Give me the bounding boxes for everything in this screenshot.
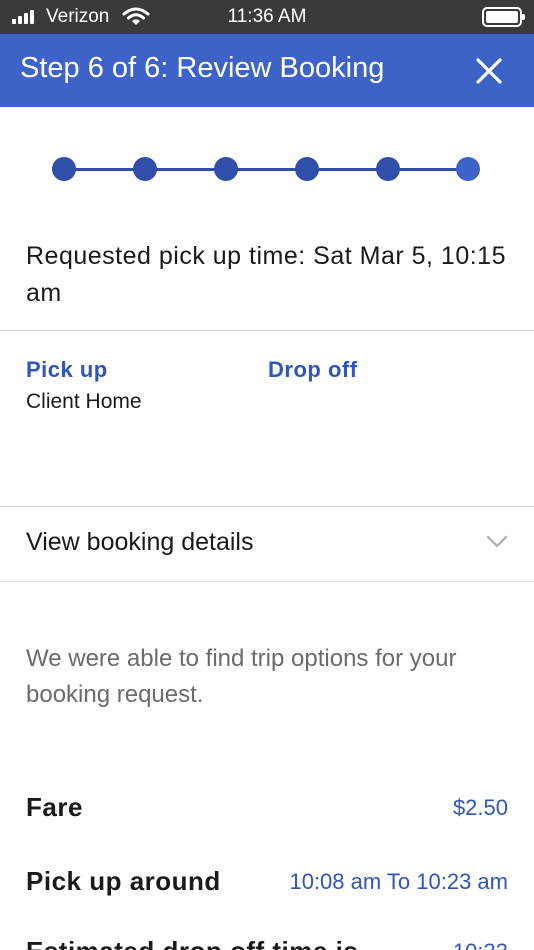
trip-options-notice: We were able to find trip options for yo…	[26, 645, 457, 708]
divider	[0, 581, 534, 582]
status-bar: Verizon 11:36 AM	[0, 0, 534, 34]
view-booking-details-label: View booking details	[26, 528, 254, 556]
estimated-dropoff-value: 10:33	[453, 939, 508, 950]
pickup-around-label: Pick up around	[26, 866, 221, 896]
app-header: Step 6 of 6: Review Booking	[0, 34, 534, 107]
pickup-around-value: 10:08 am To 10:23 am	[289, 869, 508, 894]
fare-value: $2.50	[452, 795, 508, 820]
step-dot-3	[214, 157, 238, 181]
battery-icon	[482, 7, 525, 27]
page-title: Step 6 of 6: Review Booking	[20, 52, 385, 84]
fare-label: Fare	[26, 792, 83, 822]
step-dot-6	[456, 157, 480, 181]
close-icon[interactable]	[472, 54, 506, 88]
pickup-value: Client Home	[26, 390, 142, 413]
step-dot-4	[295, 157, 319, 181]
stepper-line	[64, 168, 476, 171]
step-dot-2	[133, 157, 157, 181]
step-dot-1	[52, 157, 76, 181]
requested-pickup-time: Requested pick up time: Sat Mar 5, 10:15…	[26, 242, 506, 307]
divider	[0, 330, 534, 331]
progress-stepper	[50, 152, 490, 186]
chevron-down-icon	[486, 535, 508, 554]
view-booking-details-toggle[interactable]: View booking details	[0, 507, 534, 581]
estimated-dropoff-label: Estimated drop off time is	[26, 936, 358, 950]
clock: 11:36 AM	[227, 6, 307, 27]
pickup-label: Pick up	[26, 357, 108, 382]
dropoff-label: Drop off	[268, 357, 358, 382]
step-dot-5	[376, 157, 400, 181]
